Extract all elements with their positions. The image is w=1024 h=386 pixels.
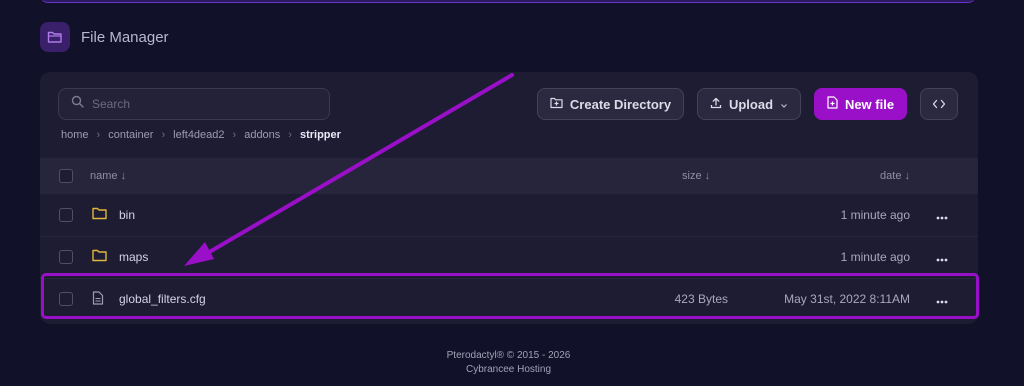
annotation-arrow xyxy=(184,73,514,266)
footer-hosting: Cybrancee Hosting xyxy=(465,364,552,375)
footer: Pterodactyl® © 2015 - 2026 Cybrancee Hos… xyxy=(0,349,1017,377)
footer-copyright: Pterodactyl® © 2015 - 2026 xyxy=(446,350,571,361)
